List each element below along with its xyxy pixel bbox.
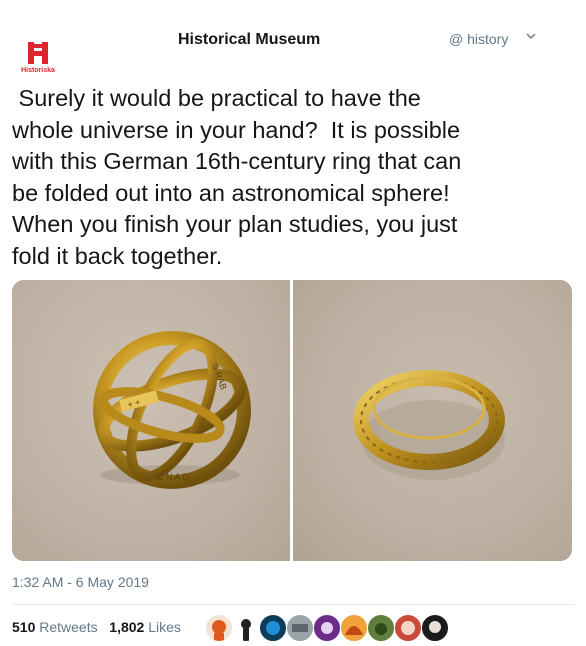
likes-label: Likes [148,619,181,635]
retweets-stat[interactable]: 510 Retweets [12,619,98,635]
photo-armillary-ring[interactable]: + + S RAB C N A D [12,280,290,561]
tweet-media[interactable]: + + S RAB C N A D [12,280,572,561]
logo-h-icon [28,42,48,64]
tweet-stats: 510 Retweets 1,802 Likes [12,619,181,635]
chevron-down-icon[interactable] [525,30,537,45]
folded-ring-illustration [353,370,505,480]
avatar[interactable] [232,614,260,642]
svg-text:C N A D: C N A D [157,472,190,482]
armillary-ring-illustration: + + S RAB C N A D [93,331,251,489]
avatar[interactable] [205,614,233,642]
retweets-count: 510 [12,619,36,635]
avatar[interactable] [394,614,422,642]
avatar[interactable] [367,614,395,642]
avatar[interactable] [313,614,341,642]
likes-stat[interactable]: 1,802 Likes [109,619,181,635]
tweet-text: Surely it would be practical to have the… [12,85,462,269]
avatar[interactable] [286,614,314,642]
historiska-logo[interactable]: Historiska [18,40,58,74]
photo-folded-ring[interactable] [293,280,572,561]
logo-text: Historiska [21,67,55,74]
tweet-timestamp[interactable]: 1:32 AM - 6 May 2019 [12,574,149,590]
account-name[interactable]: Historical Museum [178,31,320,49]
avatar[interactable] [340,614,368,642]
retweets-label: Retweets [39,619,98,635]
likes-count: 1,802 [109,619,145,635]
avatar[interactable] [421,614,449,642]
account-handle[interactable]: @ history [449,31,508,47]
avatar[interactable] [259,614,287,642]
media-divider [290,280,293,561]
stats-divider [12,604,574,605]
